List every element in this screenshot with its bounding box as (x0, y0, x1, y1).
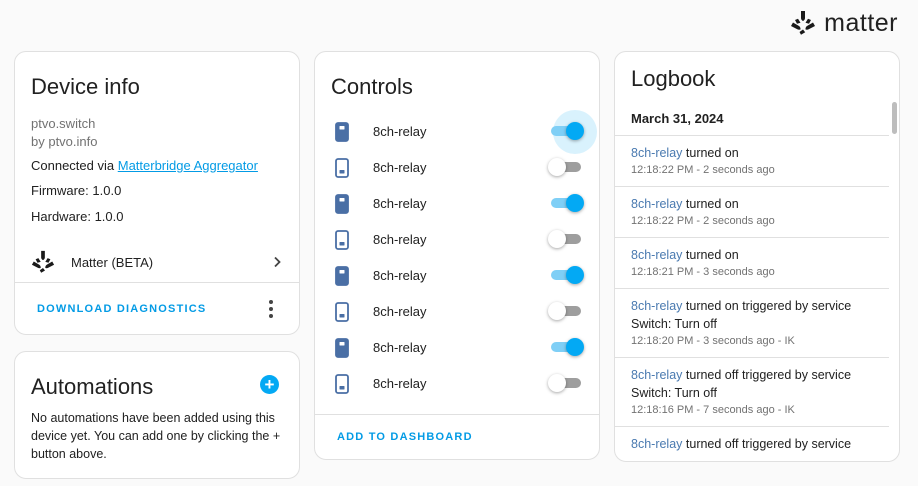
control-toggle[interactable] (548, 158, 584, 176)
control-name: 8ch-relay (373, 267, 427, 283)
control-row: 8ch-relay (315, 257, 599, 293)
logbook-time: 12:18:21 PM - 3 seconds ago (631, 266, 775, 278)
switch-off-icon (335, 302, 349, 322)
control-row: 8ch-relay (315, 293, 599, 329)
device-info-actions: DOWNLOAD DIAGNOSTICS (15, 282, 299, 334)
logbook-entry: 8ch-relay turned on 12:18:22 PM - 2 secon… (615, 135, 889, 186)
control-name: 8ch-relay (373, 339, 427, 355)
control-toggle[interactable] (548, 230, 584, 248)
logbook-entry: 8ch-relay turned off triggered by servic… (615, 426, 889, 461)
logbook-scrollbar[interactable] (892, 102, 897, 134)
control-row: 8ch-relay (315, 110, 599, 154)
control-row: 8ch-relay (315, 329, 599, 365)
toggle-thumb (548, 230, 566, 248)
controls-actions: ADD TO DASHBOARD (315, 414, 599, 459)
logbook-entity-link[interactable]: 8ch-relay (631, 197, 682, 211)
switch-off-icon (335, 158, 349, 178)
chevron-right-icon (274, 256, 281, 268)
control-row: 8ch-relay (315, 365, 599, 401)
download-diagnostics-button[interactable]: DOWNLOAD DIAGNOSTICS (37, 303, 206, 315)
logbook-message: 8ch-relay turned on (631, 144, 873, 162)
add-to-dashboard-button[interactable]: ADD TO DASHBOARD (337, 431, 473, 443)
control-name: 8ch-relay (373, 231, 427, 247)
control-name: 8ch-relay (373, 123, 427, 139)
hardware-version: Hardware: 1.0.0 (31, 209, 124, 224)
control-toggle[interactable] (548, 110, 597, 154)
device-info-title: Device info (31, 74, 140, 99)
controls-card: Controls 8ch-relay 8ch-relay 8ch-relay 8ch-… (314, 51, 600, 460)
logbook-message-text: turned on (682, 146, 739, 160)
add-automation-button[interactable]: + (260, 375, 279, 394)
logbook-entry: 8ch-relay turned on triggered by service… (615, 288, 889, 357)
logbook-message: 8ch-relay turned on triggered by service… (631, 297, 873, 333)
control-toggle[interactable] (548, 374, 584, 392)
more-options-icon[interactable] (255, 294, 287, 324)
switch-on-icon (335, 266, 349, 286)
controls-title: Controls (331, 74, 413, 99)
control-row: 8ch-relay (315, 149, 599, 185)
switch-off-icon (335, 374, 349, 394)
control-name: 8ch-relay (373, 303, 427, 319)
logbook-message-text: turned on (682, 197, 739, 211)
logbook-entity-link[interactable]: 8ch-relay (631, 437, 682, 451)
logbook-card: Logbook March 31, 2024 8ch-relay turned … (614, 51, 900, 462)
toggle-thumb (548, 158, 566, 176)
logbook-time: 12:18:22 PM - 2 seconds ago (631, 215, 775, 227)
switch-on-icon (335, 122, 349, 142)
logbook-entity-link[interactable]: 8ch-relay (631, 146, 682, 160)
toggle-thumb (566, 194, 584, 212)
matter-integration-icon (31, 250, 55, 273)
control-toggle[interactable] (548, 194, 584, 212)
brand-name: matter (824, 8, 898, 37)
toggle-thumb (548, 302, 566, 320)
logbook-time: 12:18:20 PM - 3 seconds ago - IK (631, 335, 795, 347)
switch-off-icon (335, 230, 349, 250)
control-name: 8ch-relay (373, 375, 427, 391)
matter-brand: matter (790, 8, 898, 38)
logbook-message: 8ch-relay turned off triggered by servic… (631, 366, 873, 402)
toggle-thumb (566, 122, 584, 140)
logbook-entity-link[interactable]: 8ch-relay (631, 248, 682, 262)
firmware-version: Firmware: 1.0.0 (31, 183, 122, 198)
logbook-date: March 31, 2024 (631, 111, 724, 126)
connected-via-prefix: Connected via (31, 158, 118, 173)
switch-on-icon (335, 338, 349, 358)
logbook-entry: 8ch-relay turned off triggered by servic… (615, 357, 889, 426)
device-info-card: Device info ptvo.switch by ptvo.info Con… (14, 51, 300, 335)
device-model: ptvo.switch (31, 116, 96, 131)
logbook-message-text: turned off triggered by service (682, 437, 852, 451)
logbook-list: 8ch-relay turned on 12:18:22 PM - 2 secon… (615, 135, 889, 461)
matter-logo-icon (791, 11, 816, 35)
toggle-thumb (566, 338, 584, 356)
logbook-time: 12:18:16 PM - 7 seconds ago - IK (631, 404, 795, 416)
control-row: 8ch-relay (315, 185, 599, 221)
integration-matter[interactable]: Matter (BETA) (15, 242, 299, 282)
control-toggle[interactable] (548, 338, 584, 356)
logbook-entry: 8ch-relay turned on 12:18:21 PM - 3 secon… (615, 237, 889, 288)
logbook-entry: 8ch-relay turned on 12:18:22 PM - 2 secon… (615, 186, 889, 237)
automations-empty-text: No automations have been added using thi… (31, 411, 281, 461)
device-manufacturer: by ptvo.info (31, 134, 98, 149)
control-name: 8ch-relay (373, 159, 427, 175)
automations-card: Automations + No automations have been a… (14, 351, 300, 479)
control-toggle[interactable] (548, 302, 584, 320)
control-name: 8ch-relay (373, 195, 427, 211)
logbook-message: 8ch-relay turned on (631, 246, 873, 264)
logbook-title: Logbook (631, 66, 716, 91)
integration-label: Matter (BETA) (71, 254, 154, 270)
connected-via-link[interactable]: Matterbridge Aggregator (118, 158, 258, 173)
logbook-message: 8ch-relay turned off triggered by servic… (631, 435, 873, 453)
connected-via: Connected via Matterbridge Aggregator (31, 158, 258, 173)
automations-title: Automations (31, 374, 154, 399)
logbook-entity-link[interactable]: 8ch-relay (631, 368, 682, 382)
logbook-entity-link[interactable]: 8ch-relay (631, 299, 682, 313)
switch-on-icon (335, 194, 349, 214)
logbook-message-text: turned on (682, 248, 739, 262)
toggle-thumb (566, 266, 584, 284)
logbook-time: 12:18:22 PM - 2 seconds ago (631, 164, 775, 176)
logbook-message: 8ch-relay turned on (631, 195, 873, 213)
control-toggle[interactable] (548, 266, 584, 284)
toggle-thumb (548, 374, 566, 392)
control-row: 8ch-relay (315, 221, 599, 257)
